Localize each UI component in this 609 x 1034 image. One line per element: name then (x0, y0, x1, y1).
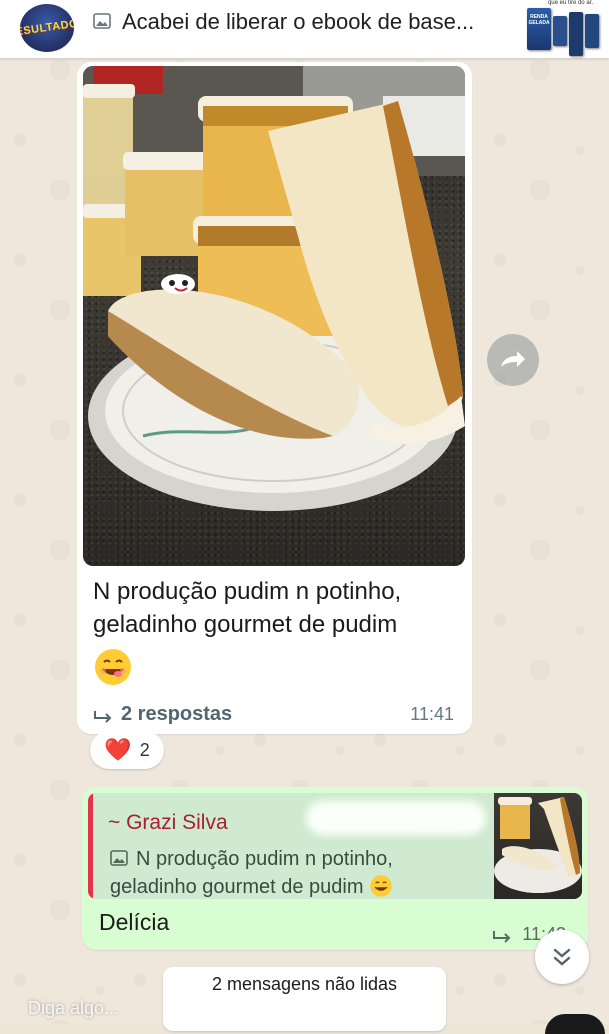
outgoing-text: Delícia (99, 909, 170, 935)
reply-arrow-icon (493, 930, 511, 943)
quote-author: ~ Grazi Silva (108, 811, 228, 834)
pinned-text: Acabei de liberar o ebook de base... (122, 9, 475, 34)
forward-button[interactable] (487, 334, 539, 386)
smiling-face-emoji (370, 875, 392, 897)
pinned-message-bar[interactable]: RESULTADOS Acabei de liberar o ebook de … (0, 0, 609, 58)
outgoing-message-bubble[interactable]: ~ Grazi Silva 2180 N produção pudim n po… (82, 787, 588, 950)
quote-thumbnail-image (494, 797, 582, 893)
ebook-cover-2 (553, 16, 567, 46)
double-chevron-down-icon (553, 948, 571, 966)
heart-icon: ❤️ (104, 737, 132, 762)
message-text-line-2: geladinho gourmet de pudim (93, 611, 398, 638)
image-icon (93, 13, 111, 29)
reply-arrow-icon (94, 710, 112, 723)
incoming-timestamp: 11:41 (410, 704, 454, 724)
message-photo[interactable] (83, 66, 465, 566)
incoming-message-bubble[interactable]: N produção pudim n potinho, geladinho go… (77, 62, 472, 734)
scroll-to-bottom-button[interactable] (535, 930, 589, 984)
quoted-message[interactable]: ~ Grazi Silva 2180 N produção pudim n po… (88, 793, 582, 899)
ebook-title: RENDA GELADA (528, 14, 550, 26)
message-text-line-1: N produção pudim n potinho, (93, 578, 402, 605)
redacted-phone-blur (306, 801, 486, 835)
unread-messages-pill[interactable]: 2 mensagens não lidas (163, 967, 446, 1031)
group-avatar[interactable]: RESULTADOS (20, 4, 74, 52)
replies-count-label: 2 respostas (121, 703, 233, 725)
ebook-cover-3 (569, 12, 583, 56)
forward-icon (501, 351, 525, 367)
pudim-photo-illustration (83, 66, 465, 511)
quote-text-content: N produção pudim n potinho, geladinho go… (110, 848, 393, 898)
replies-link[interactable]: 2 respostas (93, 703, 232, 726)
ebook-thumbnail[interactable]: que eu tire do ar. RENDA GELADA (523, 0, 605, 58)
avatar-text: RESULTADOS (20, 16, 74, 40)
quote-accent-bar (88, 793, 93, 899)
reaction-count: 2 (139, 739, 150, 760)
message-text: N produção pudim n potinho, geladinho go… (93, 575, 463, 641)
quote-text: N produção pudim n potinho, geladinho go… (110, 845, 460, 899)
quote-thumbnail (494, 793, 582, 899)
smiling-face-emoji (95, 649, 131, 685)
ebook-tagline: que eu tire do ar. (547, 0, 593, 6)
composer-placeholder[interactable]: Diga algo... (28, 998, 119, 1019)
reaction-pill[interactable]: ❤️ 2 (90, 731, 164, 769)
ebook-cover: RENDA GELADA (527, 8, 551, 50)
bottom-edge-control (545, 1014, 605, 1034)
ebook-cover-4 (585, 14, 599, 48)
